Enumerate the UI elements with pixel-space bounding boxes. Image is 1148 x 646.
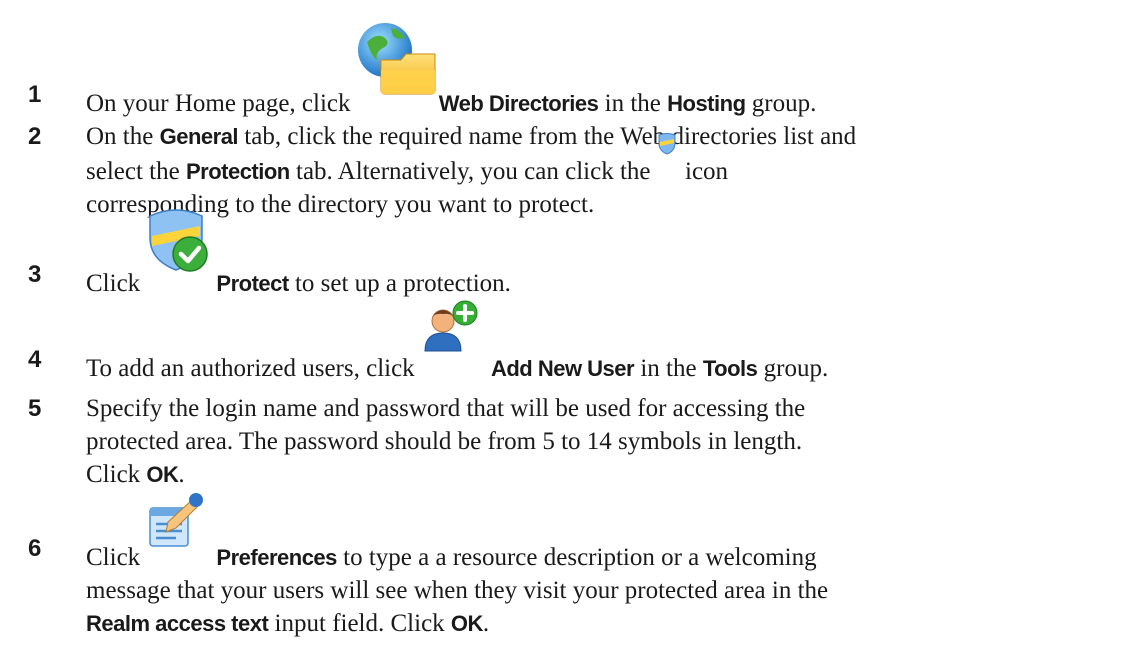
ok-label: OK — [146, 462, 179, 487]
step-number: 3 — [28, 261, 42, 288]
hosting-label: Hosting — [667, 91, 746, 116]
tools-label: Tools — [702, 356, 758, 381]
preferences-icon — [146, 493, 216, 565]
protect-icon — [146, 209, 216, 291]
general-tab-label: General — [159, 124, 239, 149]
step-number: 1 — [28, 81, 42, 108]
protect-label: Protect — [216, 271, 289, 296]
protection-shield-icon — [657, 133, 679, 179]
realm-access-text-label: Realm access text — [86, 611, 269, 636]
add-new-user-icon — [421, 300, 491, 376]
step-number: 2 — [28, 123, 42, 150]
preferences-label: Preferences — [216, 545, 337, 570]
step-text: Click Protect to set up a protection. — [86, 209, 1138, 300]
add-new-user-label: Add New User — [490, 356, 635, 381]
step-number: 4 — [28, 346, 42, 373]
protection-tab-label: Protection — [185, 159, 290, 184]
step-text: On your Home page, click Web Directories… — [86, 23, 1138, 120]
web-directories-label: Web Directories — [438, 91, 599, 116]
web-directories-icon — [357, 23, 439, 111]
step-text: On the General tab, click the required n… — [86, 123, 857, 218]
step-number: 6 — [28, 535, 42, 562]
step-number: 5 — [28, 395, 42, 422]
ok-label: OK — [450, 611, 484, 636]
step-text: Specify the login name and password that… — [86, 395, 806, 488]
step-text: Click Preferences to type a a resource d… — [86, 493, 1138, 640]
step-text: To add an authorized users, click Add Ne… — [86, 300, 1138, 385]
